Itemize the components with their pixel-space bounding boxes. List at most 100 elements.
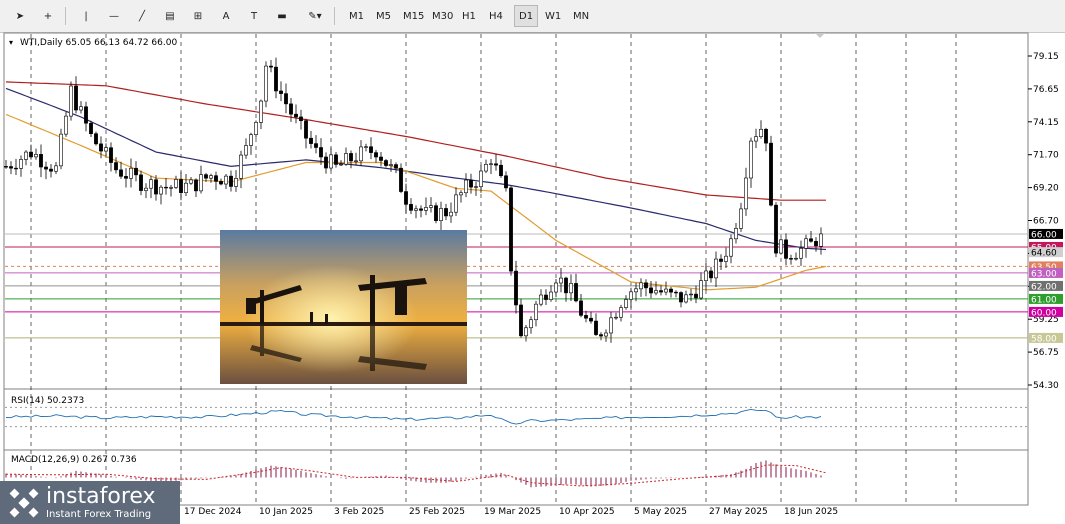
candle — [69, 85, 73, 117]
candle — [539, 294, 543, 305]
price-chart[interactable]: 1007030050.0000 3.419-2.5220.000 79.1576… — [0, 0, 1065, 524]
candle — [404, 191, 408, 205]
collapse-icon[interactable]: ▾ — [9, 38, 13, 47]
candle — [344, 153, 348, 165]
candle — [349, 153, 353, 162]
candle — [64, 115, 68, 135]
candle — [234, 178, 238, 187]
oil-pumpjack-image — [220, 230, 467, 384]
candle — [549, 291, 553, 300]
price-tick-label: 71.70 — [1033, 151, 1059, 161]
vertical-grid — [30, 34, 957, 504]
candle — [294, 113, 298, 118]
candle — [19, 159, 23, 169]
date-tick-label: 17 Dec 2024 — [184, 507, 242, 517]
date-tick-label: 19 Mar 2025 — [484, 507, 541, 517]
candle — [189, 179, 193, 184]
candle — [614, 316, 618, 319]
candle — [534, 303, 538, 321]
candle — [359, 146, 363, 162]
candle — [559, 277, 563, 284]
candle — [39, 154, 43, 168]
candle — [264, 65, 268, 102]
rsi-label: RSI(14) 50.2373 — [11, 396, 84, 406]
candle — [269, 65, 273, 68]
candle — [379, 156, 383, 161]
candle — [24, 151, 28, 160]
candle — [129, 167, 133, 179]
candle — [804, 238, 808, 249]
candle — [774, 204, 778, 254]
candle — [469, 179, 473, 188]
candle — [674, 291, 678, 294]
brand-name: instaforex — [46, 483, 156, 509]
candle — [89, 122, 93, 134]
candle — [354, 160, 358, 162]
ma-slow-line — [5, 81, 826, 201]
candle — [764, 128, 768, 144]
candle — [184, 182, 188, 193]
candle — [314, 143, 318, 148]
candle — [384, 160, 388, 166]
candle — [434, 205, 438, 221]
candle — [9, 166, 13, 169]
candle — [439, 208, 443, 221]
candle — [444, 208, 448, 217]
level-label: 62.00 — [1031, 282, 1057, 292]
candle — [734, 228, 738, 240]
candle — [364, 146, 368, 148]
candle — [84, 106, 88, 124]
candle — [704, 270, 708, 281]
candle — [669, 288, 673, 293]
candle — [784, 239, 788, 259]
candle — [119, 169, 123, 177]
candle — [324, 156, 328, 169]
candle — [34, 154, 38, 158]
candle — [259, 100, 263, 123]
date-tick-label: 18 Jun 2025 — [784, 507, 838, 517]
candle — [739, 208, 743, 229]
candle — [319, 147, 323, 158]
candle — [524, 327, 528, 337]
price-tick-label: 66.70 — [1033, 217, 1059, 227]
shift-marker-icon[interactable] — [815, 33, 825, 38]
candle — [659, 290, 663, 293]
candle — [729, 238, 733, 257]
candle — [794, 257, 798, 260]
candle — [414, 208, 418, 211]
candle — [284, 93, 288, 105]
candle — [134, 167, 138, 176]
candle — [289, 103, 293, 115]
candle — [769, 142, 773, 206]
candle — [249, 134, 253, 146]
candle — [479, 170, 483, 187]
level-label: 66.00 — [1031, 230, 1057, 240]
candle — [664, 288, 668, 293]
candle — [604, 332, 608, 337]
candle — [759, 128, 763, 137]
candle — [154, 179, 158, 195]
candle — [459, 192, 463, 196]
candle — [49, 168, 53, 172]
candle — [159, 186, 163, 195]
candle — [179, 179, 183, 193]
date-tick-label: 27 May 2025 — [709, 507, 768, 517]
candle — [499, 164, 503, 177]
candle — [629, 291, 633, 300]
candle — [79, 106, 83, 111]
ma-mid-line — [5, 87, 827, 251]
candle — [564, 277, 568, 294]
candle — [649, 287, 653, 294]
candle — [394, 164, 398, 169]
candle — [204, 174, 208, 179]
candle — [164, 186, 168, 189]
candle — [624, 299, 628, 308]
candle — [799, 248, 803, 259]
candle — [574, 283, 578, 302]
candle — [274, 66, 278, 92]
candle — [334, 154, 338, 165]
candle — [709, 270, 713, 279]
price-tick-label: 56.75 — [1033, 348, 1059, 358]
candle — [399, 167, 403, 192]
candle — [714, 258, 718, 279]
